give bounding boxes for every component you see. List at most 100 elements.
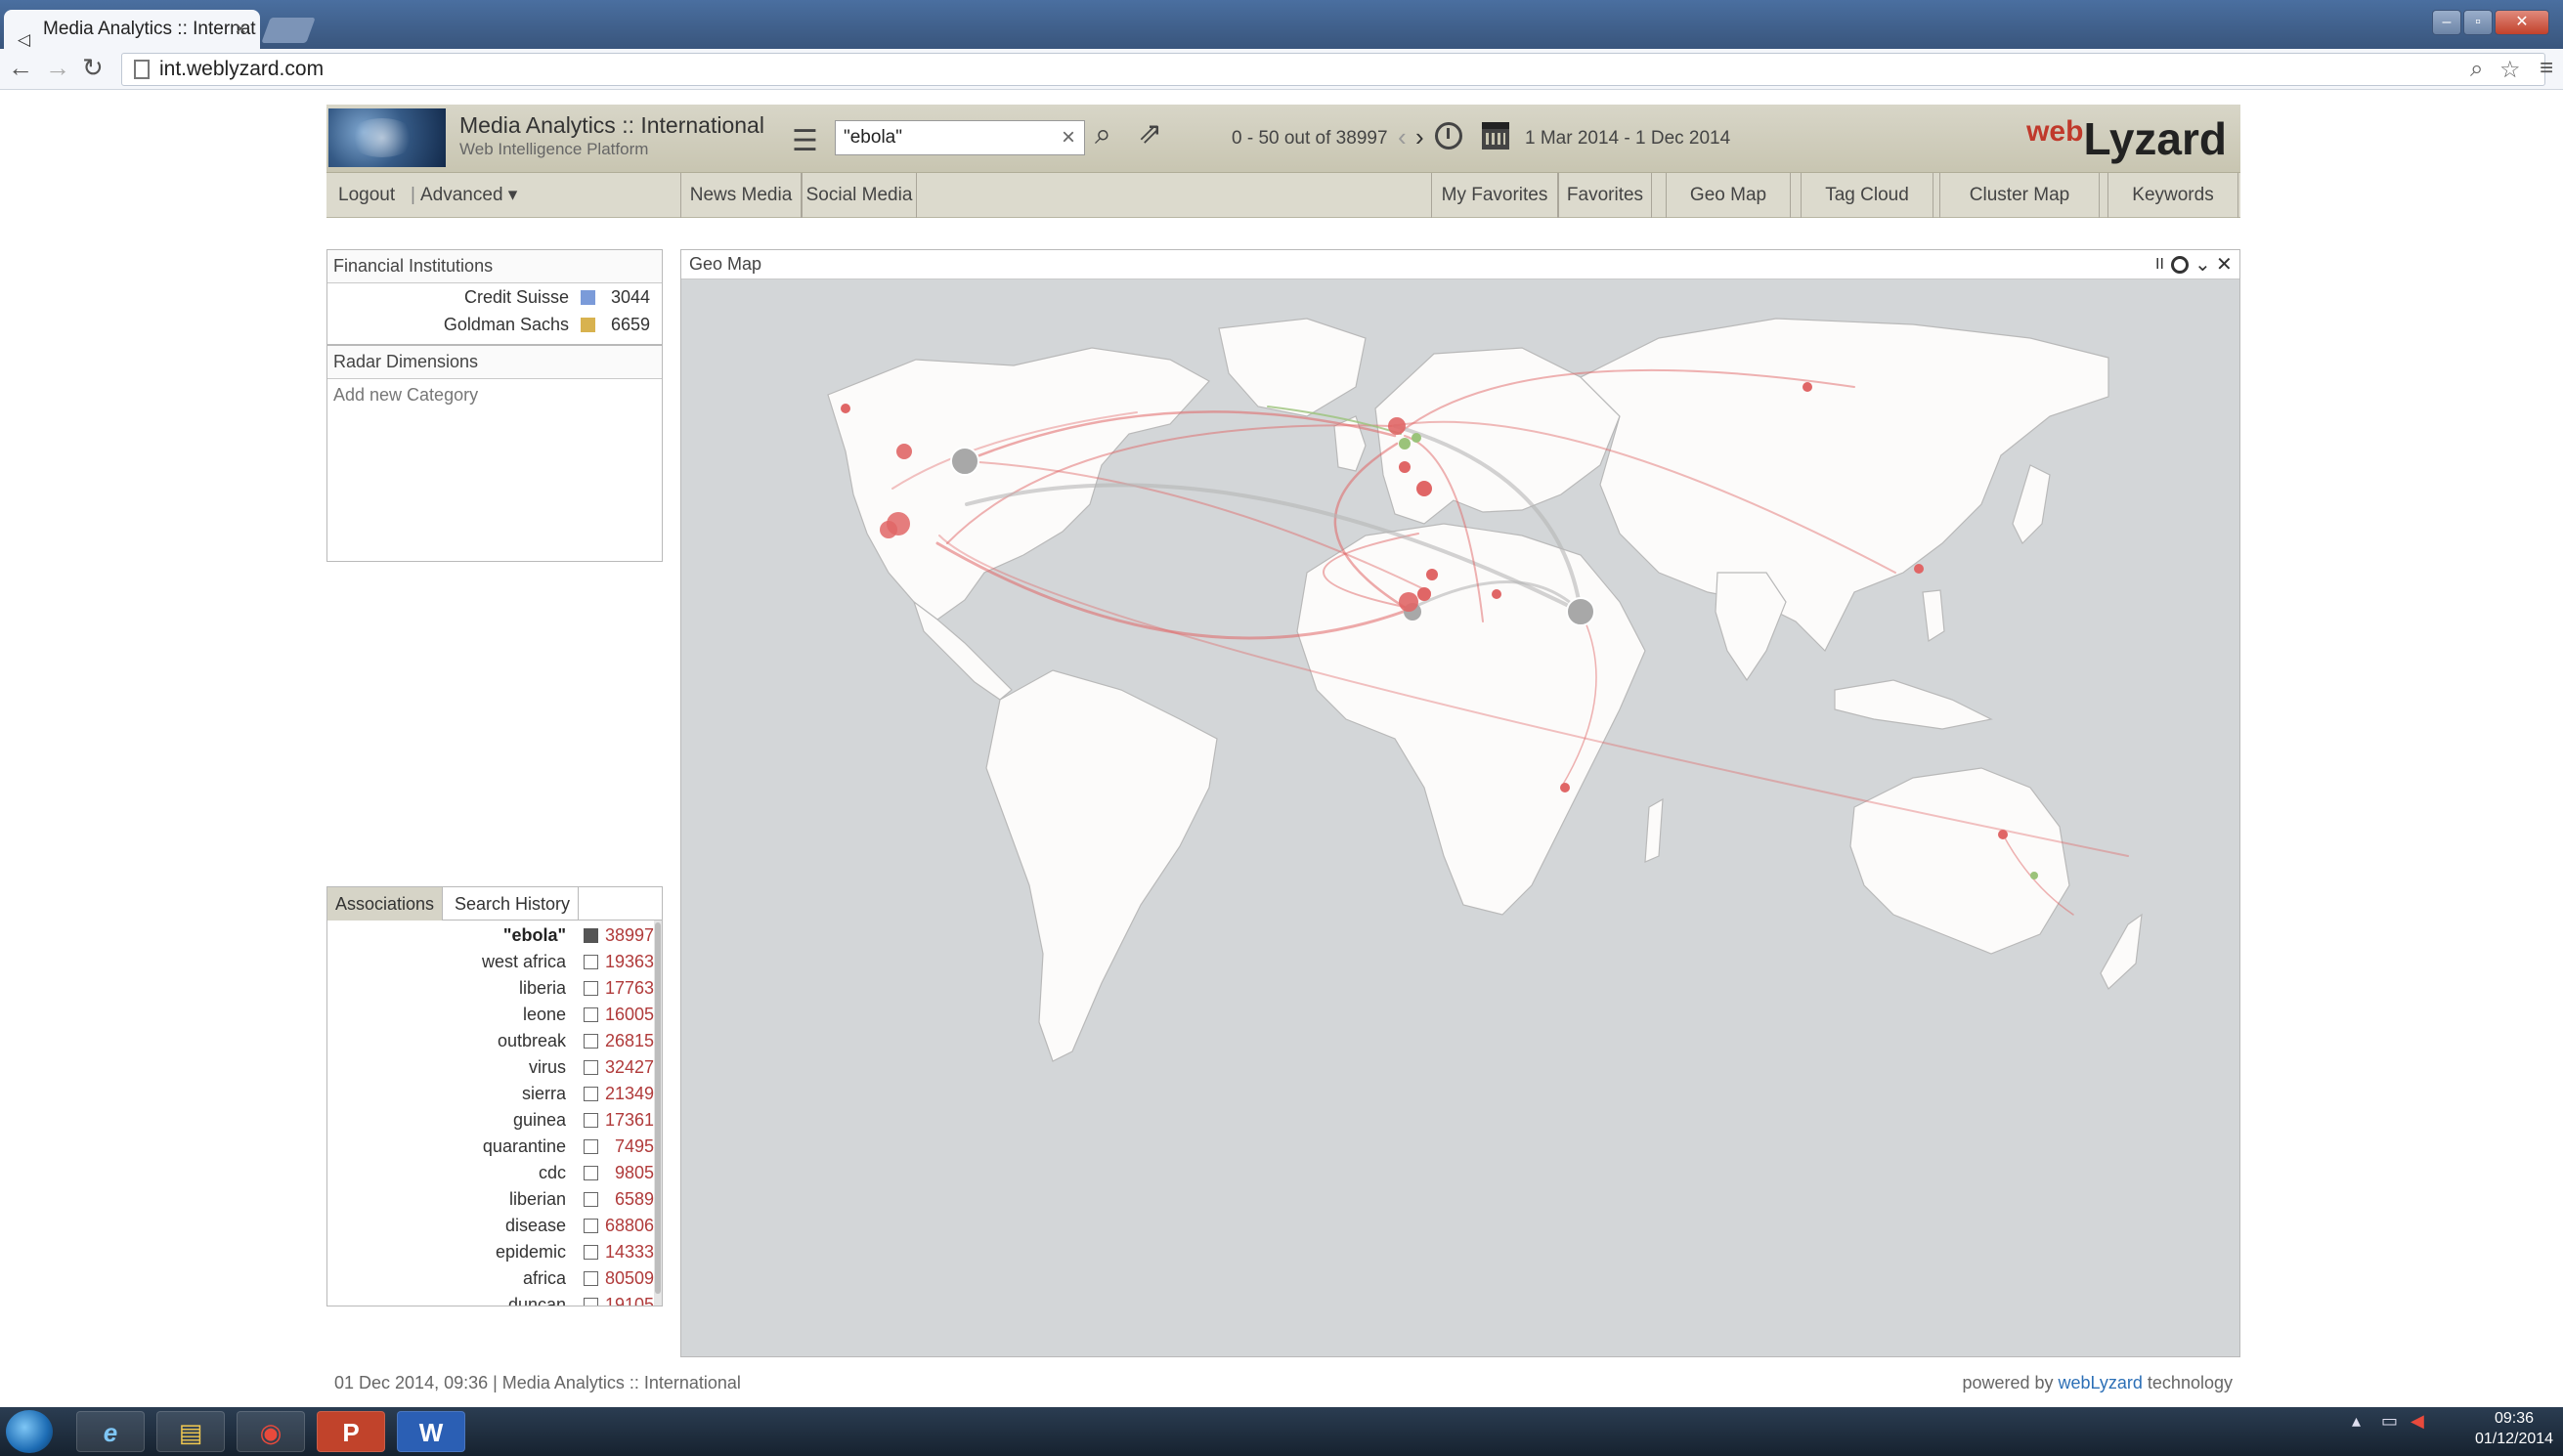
checkbox-icon[interactable]: [584, 1139, 598, 1154]
calendar-icon[interactable]: [1482, 122, 1509, 150]
minimize-button[interactable]: –: [2432, 10, 2461, 35]
tray-expand-icon[interactable]: ▴: [2352, 1411, 2361, 1432]
checkbox-icon[interactable]: [584, 981, 598, 996]
maximize-button[interactable]: ▫: [2463, 10, 2493, 35]
tab-tag-cloud[interactable]: Tag Cloud: [1801, 173, 1933, 218]
checkbox-icon[interactable]: [584, 1245, 598, 1260]
assoc-count: 19105: [604, 1295, 654, 1306]
chrome-taskbar-icon[interactable]: ◉: [237, 1411, 305, 1452]
browser-tab[interactable]: ◁ Media Analytics :: Internat ×: [4, 10, 260, 49]
madagascar-shape: [1644, 797, 1664, 863]
checkbox-icon[interactable]: [584, 1271, 598, 1286]
app-navbar: Logout | Advanced ▾ News Media Social Me…: [326, 173, 2240, 218]
assoc-term: africa: [522, 1268, 566, 1288]
bookmark-star-icon[interactable]: ☆: [2499, 56, 2521, 84]
page-viewport: Media Analytics :: International Web Int…: [0, 91, 2563, 1407]
tab-social-media[interactable]: Social Media: [802, 173, 917, 218]
assoc-row[interactable]: guinea 17361: [327, 1107, 656, 1134]
checkbox-icon[interactable]: [584, 1034, 598, 1049]
assoc-term: liberian: [508, 1189, 566, 1209]
assoc-row[interactable]: duncan 19105: [327, 1292, 656, 1306]
assoc-row[interactable]: leone 16005: [327, 1002, 656, 1028]
menu-icon[interactable]: ≡: [2540, 55, 2553, 82]
tab-associations[interactable]: Associations: [327, 887, 444, 921]
taskbar-time[interactable]: 09:36: [2475, 1410, 2553, 1428]
network-icon[interactable]: ▭: [2381, 1411, 2398, 1432]
fin-row-goldman-sachs[interactable]: Goldman Sachs 6659: [444, 313, 650, 336]
close-window-button[interactable]: ✕: [2495, 10, 2549, 35]
search-icon[interactable]: ⌕: [1095, 118, 1111, 151]
tab-news-media[interactable]: News Media: [680, 173, 802, 218]
checkbox-icon[interactable]: [584, 1007, 598, 1022]
weblyzard-link[interactable]: webLyzard: [2059, 1373, 2143, 1392]
search-input[interactable]: [835, 120, 1085, 155]
explorer-taskbar-icon[interactable]: ▤: [156, 1411, 225, 1452]
close-panel-icon[interactable]: ✕: [2216, 252, 2233, 277]
collapse-icon[interactable]: ⌄: [2194, 252, 2211, 277]
address-bar[interactable]: int.weblyzard.com ⌕ ☆: [121, 53, 2545, 86]
forward-icon[interactable]: →: [45, 53, 70, 83]
map-point: [841, 404, 850, 413]
assoc-count: 68806: [604, 1216, 654, 1235]
checkbox-icon[interactable]: [584, 1060, 598, 1075]
taskbar-date[interactable]: 01/12/2014: [2467, 1431, 2561, 1448]
map-point: [1566, 597, 1595, 626]
assoc-row[interactable]: epidemic 14333: [327, 1239, 656, 1265]
assoc-row[interactable]: outbreak 26815: [327, 1028, 656, 1054]
tab-cluster-map[interactable]: Cluster Map: [1939, 173, 2100, 218]
reload-icon[interactable]: ↻: [82, 53, 104, 83]
ie-taskbar-icon[interactable]: e: [76, 1411, 145, 1452]
zoom-icon[interactable]: ⌕: [2470, 56, 2483, 83]
add-category-link[interactable]: Add new Category: [327, 379, 662, 411]
assoc-count: 17361: [604, 1110, 654, 1130]
assoc-row[interactable]: sierra 21349: [327, 1081, 656, 1107]
clear-search-icon[interactable]: ×: [1062, 120, 1075, 155]
pause-icon[interactable]: II: [2155, 256, 2164, 274]
filter-settings-icon[interactable]: ☰: [792, 124, 818, 158]
assoc-term: duncan: [507, 1295, 566, 1306]
checkbox-icon[interactable]: [584, 1087, 598, 1101]
assoc-row[interactable]: disease 68806: [327, 1213, 656, 1239]
goldman-sachs-swatch: [581, 318, 595, 332]
next-page-icon[interactable]: ›: [1415, 122, 1424, 152]
checkbox-icon[interactable]: [584, 1298, 598, 1306]
start-button[interactable]: [6, 1410, 53, 1453]
share-icon[interactable]: ⇗: [1138, 116, 1162, 150]
advanced-menu[interactable]: Advanced ▾: [420, 173, 517, 218]
back-icon[interactable]: ←: [8, 53, 33, 83]
checkbox-icon[interactable]: [584, 1192, 598, 1207]
assoc-row[interactable]: cdc 9805: [327, 1160, 656, 1186]
assoc-row[interactable]: west africa 19363: [327, 949, 656, 975]
tab-favorites[interactable]: Favorites: [1558, 173, 1652, 218]
tab-search-history[interactable]: Search History: [447, 887, 580, 921]
checkbox-icon[interactable]: [584, 955, 598, 969]
powerpoint-taskbar-icon[interactable]: P: [317, 1411, 385, 1452]
geo-map-title: Geo Map: [689, 254, 762, 274]
world-map[interactable]: [681, 279, 2239, 1356]
associations-scrollbar[interactable]: [654, 921, 662, 1306]
assoc-count: 7495: [614, 1136, 654, 1156]
tab-keywords[interactable]: Keywords: [2107, 173, 2238, 218]
refresh-icon[interactable]: [2171, 256, 2189, 274]
new-tab-button[interactable]: [261, 18, 316, 43]
assoc-row[interactable]: liberian 6589: [327, 1186, 656, 1213]
assoc-row-main[interactable]: "ebola" 38997: [327, 922, 656, 949]
tab-geo-map[interactable]: Geo Map: [1666, 173, 1791, 218]
clock-icon[interactable]: [1435, 122, 1462, 150]
logout-link[interactable]: Logout: [338, 173, 395, 218]
checkbox-icon[interactable]: [584, 1166, 598, 1180]
word-taskbar-icon[interactable]: W: [397, 1411, 465, 1452]
assoc-term: virus: [528, 1057, 566, 1077]
tab-close-icon[interactable]: ×: [235, 10, 246, 49]
prev-page-icon[interactable]: ‹: [1398, 122, 1407, 152]
checkbox-icon[interactable]: [584, 1219, 598, 1233]
assoc-row[interactable]: liberia 17763: [327, 975, 656, 1002]
tab-my-favorites[interactable]: My Favorites: [1431, 173, 1558, 218]
assoc-row[interactable]: africa 80509: [327, 1265, 656, 1292]
assoc-count: 16005: [604, 1005, 654, 1024]
assoc-row[interactable]: virus 32427: [327, 1054, 656, 1081]
assoc-row[interactable]: quarantine 7495: [327, 1134, 656, 1160]
volume-icon[interactable]: ◀: [2411, 1411, 2424, 1432]
checkbox-icon[interactable]: [584, 1113, 598, 1128]
fin-row-credit-suisse[interactable]: Credit Suisse 3044: [464, 285, 650, 309]
